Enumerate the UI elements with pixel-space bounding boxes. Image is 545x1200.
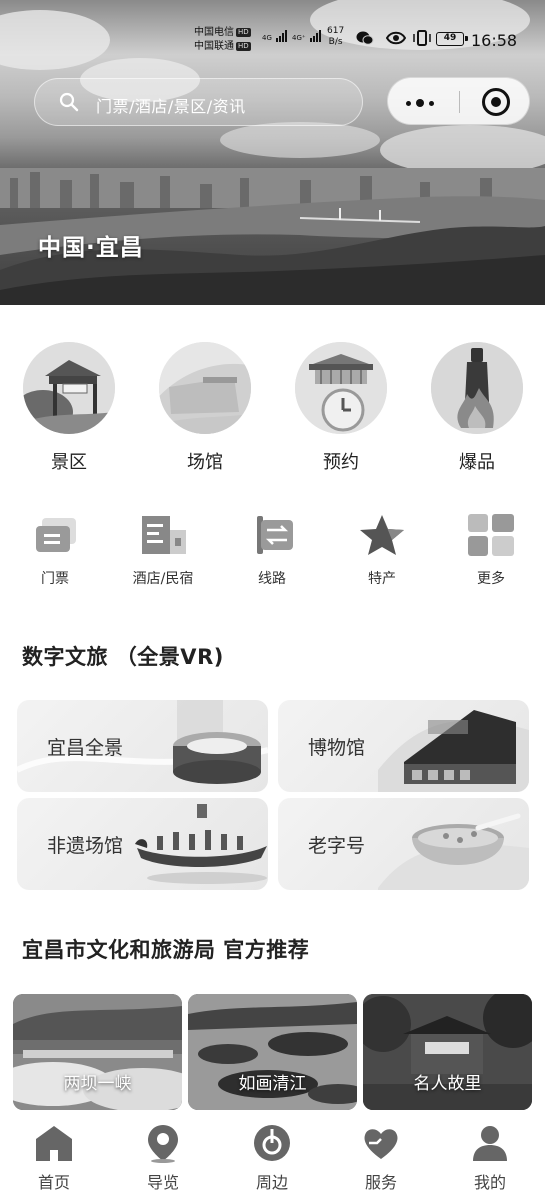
category-hotels[interactable]: 酒店/民宿: [118, 512, 208, 588]
tab-label: 我的: [473, 1173, 506, 1192]
category-hot-products[interactable]: 爆品: [422, 342, 532, 474]
signal-2-icon: 4G⁺: [292, 30, 321, 42]
category-label: 场馆: [187, 452, 223, 473]
recommend-label: 两坝一峡: [63, 1074, 132, 1094]
search-placeholder: 门票/酒店/景区/资讯: [96, 97, 246, 116]
tab-label: 导览: [146, 1173, 179, 1192]
category-label: 特产: [368, 571, 396, 587]
category-label: 门票: [41, 571, 69, 587]
recommend-celebrity-hometown[interactable]: 名人故里: [363, 994, 532, 1110]
more-menu-button[interactable]: [406, 99, 434, 107]
category-label: 线路: [258, 571, 286, 587]
route-icon: [247, 512, 297, 558]
signal-1-icon: 4G: [262, 30, 288, 42]
vr-card-museum[interactable]: 博物馆: [278, 700, 529, 792]
tab-nearby[interactable]: 周边: [232, 1123, 312, 1193]
carrier-1-label: 中国电信: [194, 27, 234, 38]
scenic-gate-icon: [23, 342, 115, 434]
tab-label: 周边: [255, 1173, 288, 1192]
category-specialties[interactable]: 特产: [337, 512, 427, 588]
user-icon: [470, 1123, 510, 1163]
vr-card-label: 宜昌全景: [47, 737, 124, 759]
carrier-2-label: 中国联通: [194, 41, 234, 52]
category-label: 预约: [323, 452, 359, 473]
capsule-divider: [459, 91, 460, 113]
home-icon: [34, 1123, 74, 1163]
category-label: 景区: [51, 452, 87, 473]
vr-card-yichang-panorama[interactable]: 宜昌全景: [17, 700, 268, 792]
status-bar: 中国电信 HD 中国联通 HD 4G 4G⁺ 617 B/s 49 16:58: [0, 22, 545, 58]
category-tickets[interactable]: 门票: [10, 512, 100, 588]
hero-banner: 中国电信HD 中国联通HD 4G 4G⁺ 617 B/s 49 16:58: [0, 0, 545, 305]
vr-section-title: 数字文旅 （全景VR): [22, 645, 224, 669]
ticket-icon: [30, 512, 80, 558]
category-label: 酒店/民宿: [132, 571, 194, 587]
search-icon: [59, 92, 79, 112]
tab-label: 首页: [37, 1173, 70, 1192]
recommend-label: 名人故里: [413, 1074, 482, 1094]
network-1-label: 4G: [262, 34, 272, 42]
close-miniprogram-button[interactable]: [482, 88, 510, 116]
tab-label: 服务: [364, 1173, 397, 1192]
bottom-tab-bar: 首页 导览 周边 服务 我的: [0, 1115, 545, 1200]
reservation-clock-icon: [295, 342, 387, 434]
category-reservation[interactable]: 预约: [286, 342, 396, 474]
hot-product-icon: [431, 342, 523, 434]
venue-building-icon: [159, 342, 251, 434]
hd-badge: HD: [236, 42, 251, 51]
miniprogram-capsule: [387, 77, 530, 125]
grid-more-icon: [466, 512, 516, 558]
category-venue[interactable]: 场馆: [150, 342, 260, 474]
tab-guide[interactable]: 导览: [123, 1123, 203, 1193]
recommend-two-dams-one-gorge[interactable]: 两坝一峡: [13, 994, 182, 1110]
battery-icon: 49: [436, 32, 468, 46]
heart-icon: [361, 1123, 401, 1163]
category-label: 爆品: [459, 452, 495, 473]
recommend-section-title: 宜昌市文化和旅游局 官方推荐: [22, 938, 310, 962]
carrier-info: 中国电信 HD 中国联通 HD: [194, 26, 251, 54]
hotel-icon: [138, 512, 188, 558]
city-title: 中国·宜昌: [38, 235, 144, 261]
tab-home[interactable]: 首页: [14, 1123, 94, 1193]
location-pin-icon: [143, 1123, 183, 1163]
speed-value: 617: [327, 26, 345, 36]
tab-services[interactable]: 服务: [341, 1123, 421, 1193]
vr-card-time-honored-brand[interactable]: 老字号: [278, 798, 529, 890]
recommend-picturesque-qingjiang[interactable]: 如画清江: [188, 994, 357, 1110]
category-label: 更多: [477, 571, 505, 587]
hd-badge: HD: [236, 28, 251, 37]
tab-profile[interactable]: 我的: [450, 1123, 530, 1193]
search-bar[interactable]: 门票/酒店/景区/资讯: [34, 78, 363, 126]
category-scenic[interactable]: 景区: [14, 342, 124, 474]
category-more[interactable]: 更多: [446, 512, 536, 588]
vr-card-label: 博物馆: [308, 737, 366, 759]
star-icon: [357, 512, 407, 558]
network-2-label: 4G⁺: [292, 34, 306, 42]
speed-unit: B/s: [328, 37, 343, 47]
vr-card-label: 老字号: [308, 835, 366, 857]
vr-card-label: 非遗场馆: [47, 835, 124, 857]
network-speed: 617 B/s: [327, 26, 344, 48]
clock: 16:58: [471, 31, 518, 50]
recommend-label: 如画清江: [238, 1074, 307, 1094]
vr-card-heritage-venue[interactable]: 非遗场馆: [17, 798, 268, 890]
nearby-icon: [252, 1123, 292, 1163]
category-routes[interactable]: 线路: [227, 512, 317, 588]
